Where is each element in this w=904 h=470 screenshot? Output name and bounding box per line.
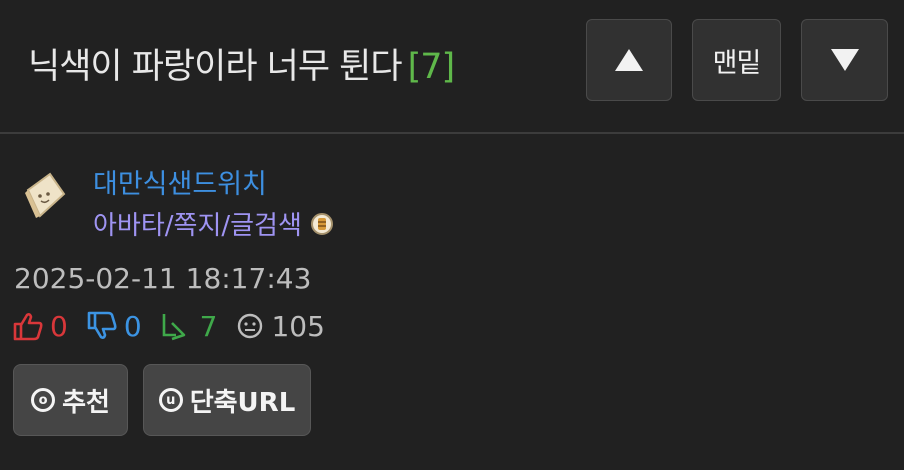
reply-stat: 7	[160, 309, 218, 343]
post-title: 닉색이 파랑이라 너무 튄다 [7]	[28, 38, 456, 89]
post-timestamp: 2025-02-11 18:17:43	[14, 262, 312, 295]
downvote-stat: 0	[86, 310, 142, 343]
recommend-icon: o	[31, 388, 56, 412]
scroll-bottom-button[interactable]: 맨밑	[692, 19, 781, 101]
scroll-top-button[interactable]	[586, 19, 672, 101]
post-view: 닉색이 파랑이라 너무 튄다[7] 맨밑 대만식샌드위치 아바타/쪽지/글검색	[0, 0, 904, 470]
thumbs-down-icon	[87, 311, 117, 339]
face-icon	[238, 313, 263, 339]
reply-arrow-icon	[162, 314, 185, 341]
short-url-label: 단축URL	[189, 387, 296, 418]
author-name[interactable]: 대만식샌드위치	[93, 162, 267, 201]
triangle-up-icon	[615, 49, 643, 71]
short-url-button[interactable]: u 단축URL	[143, 364, 311, 436]
comment-count[interactable]: [7]	[408, 47, 456, 87]
scroll-down-button[interactable]	[801, 19, 888, 101]
recommend-label: 추천	[62, 387, 110, 418]
short-url-icon: u	[158, 388, 183, 412]
view-count: 105	[271, 309, 325, 343]
upvote-stat: 0	[12, 310, 68, 343]
avatar[interactable]	[20, 168, 70, 222]
upvote-count: 0	[50, 309, 68, 343]
reply-count: 7	[199, 309, 218, 343]
view-stat: 105	[235, 309, 325, 343]
recommend-button[interactable]: o 추천	[13, 364, 128, 436]
badge-icon	[310, 212, 333, 235]
post-header: 닉색이 파랑이라 너무 튄다 [7] 맨밑	[0, 0, 904, 134]
post-title-text: 닉색이 파랑이라 너무 튄다	[28, 47, 403, 87]
author-links: 아바타/쪽지/글검색	[93, 205, 334, 242]
scroll-bottom-label: 맨밑	[712, 47, 762, 79]
thumbs-up-icon	[13, 313, 43, 341]
downvote-count: 0	[123, 309, 142, 343]
author-links-text[interactable]: 아바타/쪽지/글검색	[93, 205, 302, 242]
triangle-down-icon	[830, 49, 859, 71]
post-stats: 0 0 7 105	[12, 308, 343, 344]
